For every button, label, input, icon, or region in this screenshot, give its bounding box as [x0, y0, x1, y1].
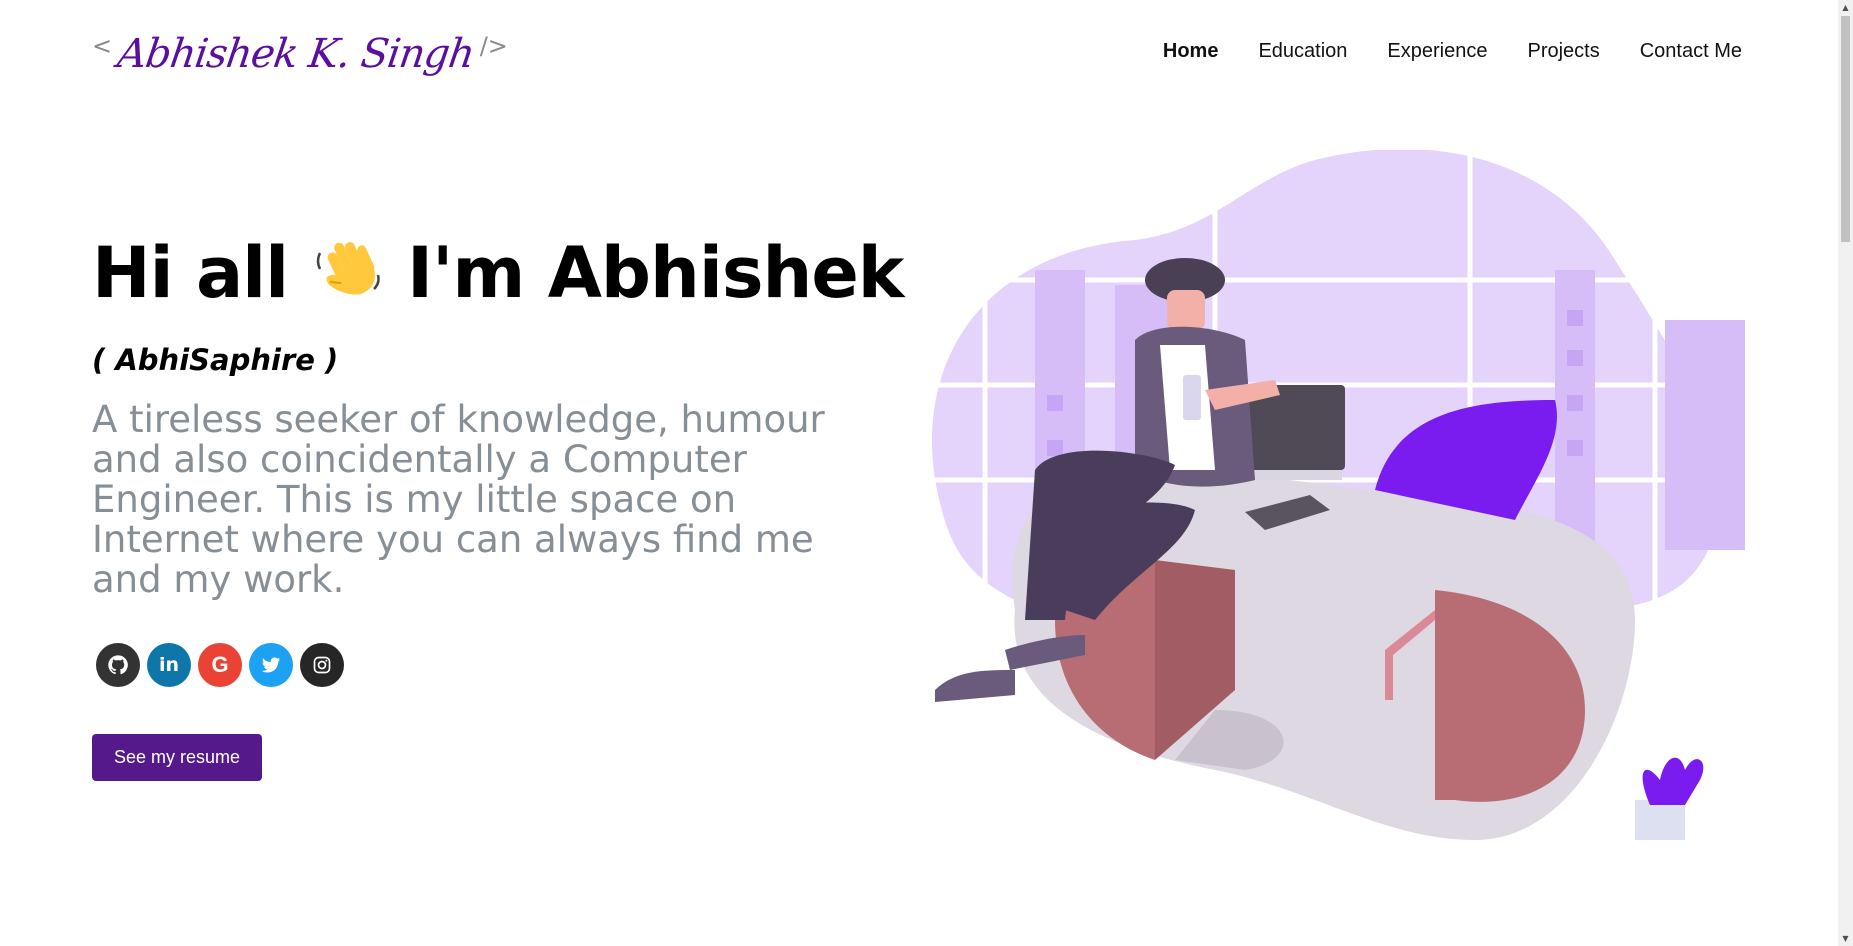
twitter-link[interactable]	[249, 643, 293, 687]
nav-projects[interactable]: Projects	[1527, 40, 1599, 63]
main-nav: Home Education Experience Projects Conta…	[1163, 40, 1742, 63]
hero-title: Hi all I'm Abhishek	[92, 232, 904, 314]
linkedin-link[interactable]: in	[147, 643, 191, 687]
logo-signature: Abhishek K. Singh	[114, 31, 477, 77]
instagram-link[interactable]	[300, 643, 344, 687]
page-scrollbar[interactable]: ▲ ▼	[1838, 0, 1853, 946]
linkedin-icon: in	[158, 654, 180, 676]
scroll-up-arrow-icon[interactable]: ▲	[1838, 0, 1853, 15]
nav-education[interactable]: Education	[1258, 40, 1347, 63]
developer-desk-illustration	[915, 148, 1755, 840]
github-link[interactable]	[96, 643, 140, 687]
see-resume-button[interactable]: See my resume	[92, 734, 262, 781]
bio-text: A tireless seeker of knowledge, humour a…	[92, 398, 825, 601]
header: < Abhishek K. Singh /> Home Education Ex…	[92, 26, 1742, 86]
logo-close-bracket: />	[479, 32, 508, 60]
greeting-name: I'm Abhishek	[406, 232, 904, 314]
google-link[interactable]: G	[198, 643, 242, 687]
greeting-text: Hi all	[92, 232, 289, 314]
nav-home[interactable]: Home	[1163, 40, 1219, 63]
social-links: in G	[96, 643, 344, 687]
logo-open-bracket: <	[92, 32, 113, 60]
scrollbar-thumb[interactable]	[1841, 16, 1850, 242]
wave-emoji	[312, 232, 384, 314]
hero-illustration	[915, 148, 1755, 850]
scroll-down-arrow-icon[interactable]: ▼	[1838, 931, 1853, 946]
instagram-icon	[313, 656, 331, 674]
page: < Abhishek K. Singh /> Home Education Ex…	[0, 0, 1838, 946]
nav-experience[interactable]: Experience	[1387, 40, 1487, 63]
twitter-icon	[261, 657, 281, 673]
github-icon	[108, 655, 128, 675]
logo[interactable]: < Abhishek K. Singh />	[92, 26, 508, 82]
waving-hand-icon	[316, 242, 380, 295]
nickname: ( AbhiSaphire )	[92, 343, 339, 377]
google-icon: G	[211, 652, 229, 677]
nav-contact[interactable]: Contact Me	[1640, 40, 1742, 63]
